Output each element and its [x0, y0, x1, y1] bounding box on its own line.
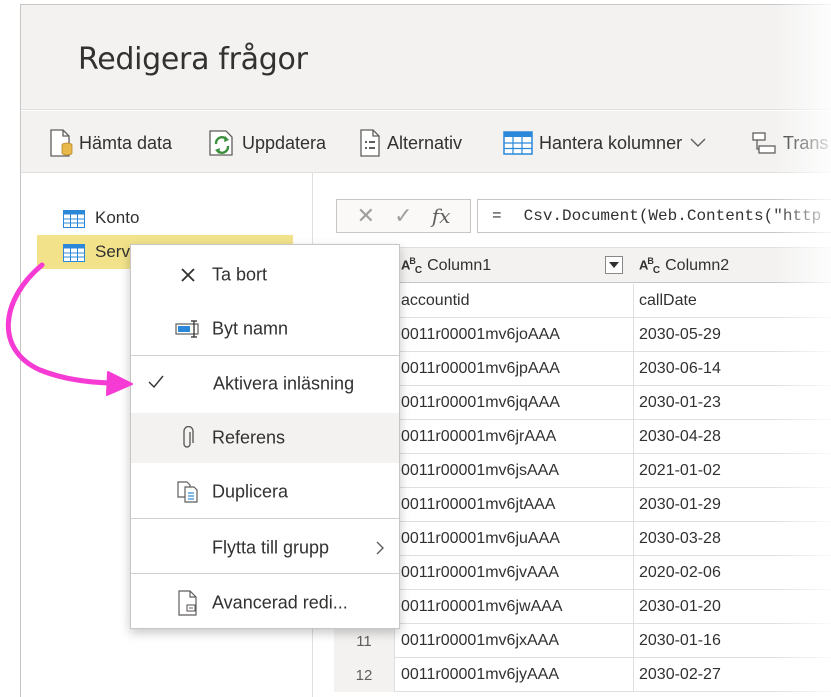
- pointer-arrow-icon: [5, 262, 133, 396]
